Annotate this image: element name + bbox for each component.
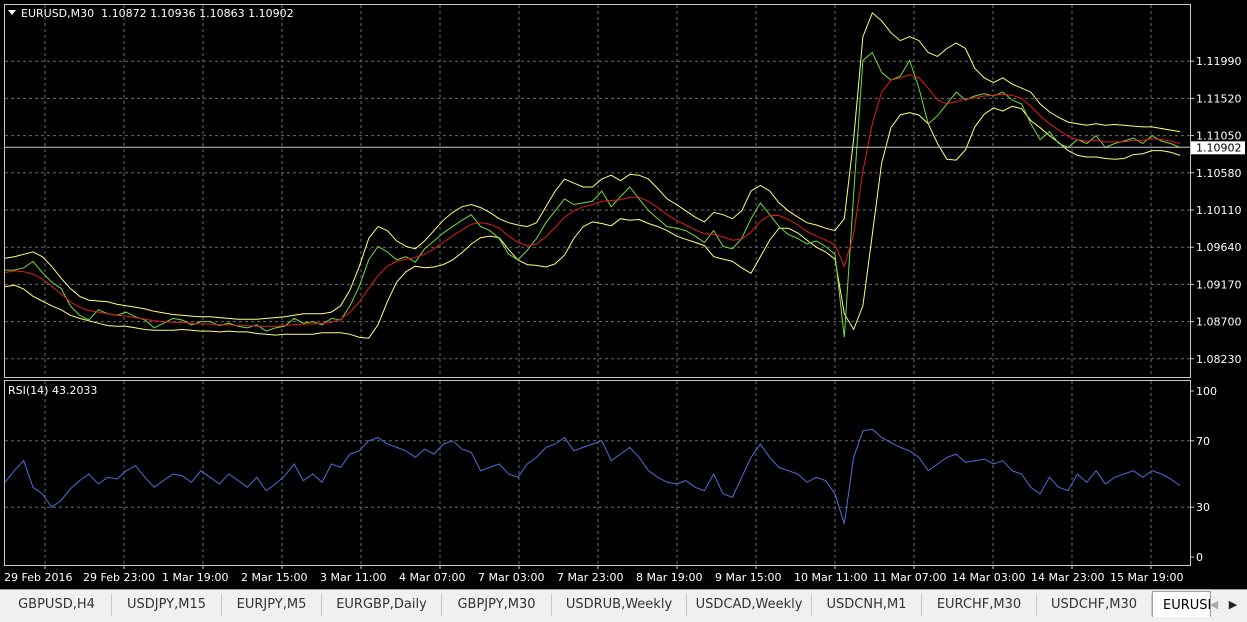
x-tick-label: 29 Feb 23:00 <box>83 571 155 584</box>
tab-usdrub-weekly[interactable]: USDRUB,Weekly <box>552 594 687 616</box>
x-tick-label: 10 Mar 11:00 <box>794 571 867 584</box>
chart-area[interactable]: 1.119901.115201.110501.105801.101101.096… <box>0 0 1247 589</box>
price-axis: 1.119901.115201.110501.105801.101101.096… <box>1190 55 1242 366</box>
x-tick-label: 1 Mar 19:00 <box>162 571 228 584</box>
tab-eurusd-m30[interactable]: EURUSD,M30 <box>1152 591 1211 617</box>
y-tick-label: 1.08700 <box>1196 316 1242 329</box>
tab-usdcad-weekly[interactable]: USDCAD,Weekly <box>687 594 812 616</box>
rsi-grid <box>5 381 1190 565</box>
y-tick-label: 1.09640 <box>1196 241 1242 254</box>
y-tick-label: 70 <box>1196 435 1210 448</box>
symbol-tab-bar: GBPUSD,H4 USDJPY,M15 EURJPY,M5 EURGBP,Daily… <box>0 589 1247 622</box>
rsi-axis: 100 70 30 0 <box>1190 385 1217 564</box>
arrow-left-icon[interactable]: ◀ <box>1206 596 1222 614</box>
tab-gbpjpy-m30[interactable]: GBPJPY,M30 <box>442 594 552 616</box>
current-price-marker: 1.10902 <box>1191 141 1245 155</box>
rsi-header: RSI(14) 43.2033 <box>8 384 97 397</box>
tab-eurchf-m30[interactable]: EURCHF,M30 <box>922 594 1037 616</box>
x-tick-label: 29 Feb 2016 <box>4 571 72 584</box>
moving-average-line <box>4 74 1181 327</box>
x-tick-label: 4 Mar 07:00 <box>399 571 465 584</box>
x-tick-label: 8 Mar 19:00 <box>636 571 702 584</box>
arrow-right-icon[interactable]: ▶ <box>1225 596 1241 614</box>
y-tick-label: 1.10580 <box>1196 167 1242 180</box>
price-line <box>5 51 1181 338</box>
rsi-series-group <box>4 428 1181 524</box>
y-tick-label: 1.11990 <box>1196 55 1242 68</box>
tab-gbpusd-h4[interactable]: GBPUSD,H4 <box>2 594 112 616</box>
y-tick-label: 1.10110 <box>1196 204 1242 217</box>
y-tick-label: 1.11520 <box>1196 92 1242 105</box>
x-tick-label: 9 Mar 15:00 <box>715 571 781 584</box>
main-grid <box>5 5 1190 377</box>
tab-usdjpy-m15[interactable]: USDJPY,M15 <box>112 594 222 616</box>
x-tick-label: 14 Mar 23:00 <box>1031 571 1104 584</box>
x-tick-label: 7 Mar 23:00 <box>557 571 623 584</box>
rsi-line <box>4 428 1181 524</box>
lower-band-line <box>4 105 1181 339</box>
time-axis: 29 Feb 2016 29 Feb 23:00 1 Mar 19:00 2 Mar … <box>4 565 1183 584</box>
y-tick-label: 30 <box>1196 501 1210 514</box>
x-tick-label: 11 Mar 07:00 <box>873 571 946 584</box>
symbol-header: EURUSD,M30 1.10872 1.10936 1.10863 1.109… <box>21 7 294 20</box>
tab-usdcnh-m1[interactable]: USDCNH,M1 <box>812 594 922 616</box>
y-tick-label: 100 <box>1196 385 1217 398</box>
upper-band-line <box>4 12 1181 320</box>
x-tick-label: 2 Mar 15:00 <box>241 571 307 584</box>
triangle-down-icon[interactable] <box>8 10 16 15</box>
tab-eurgbp-daily[interactable]: EURGBP,Daily <box>322 594 442 616</box>
tab-usdchf-m30[interactable]: USDCHF,M30 <box>1037 594 1152 616</box>
x-tick-label: 7 Mar 03:00 <box>478 571 544 584</box>
y-tick-label: 0 <box>1196 551 1203 564</box>
y-tick-label: 1.08230 <box>1196 353 1242 366</box>
x-tick-label: 15 Mar 19:00 <box>1110 571 1183 584</box>
x-tick-label: 14 Mar 03:00 <box>952 571 1025 584</box>
y-tick-label: 1.09170 <box>1196 278 1242 291</box>
x-tick-label: 3 Mar 11:00 <box>320 571 386 584</box>
current-price-label: 1.10902 <box>1196 141 1242 154</box>
tab-eurjpy-m5[interactable]: EURJPY,M5 <box>222 594 322 616</box>
